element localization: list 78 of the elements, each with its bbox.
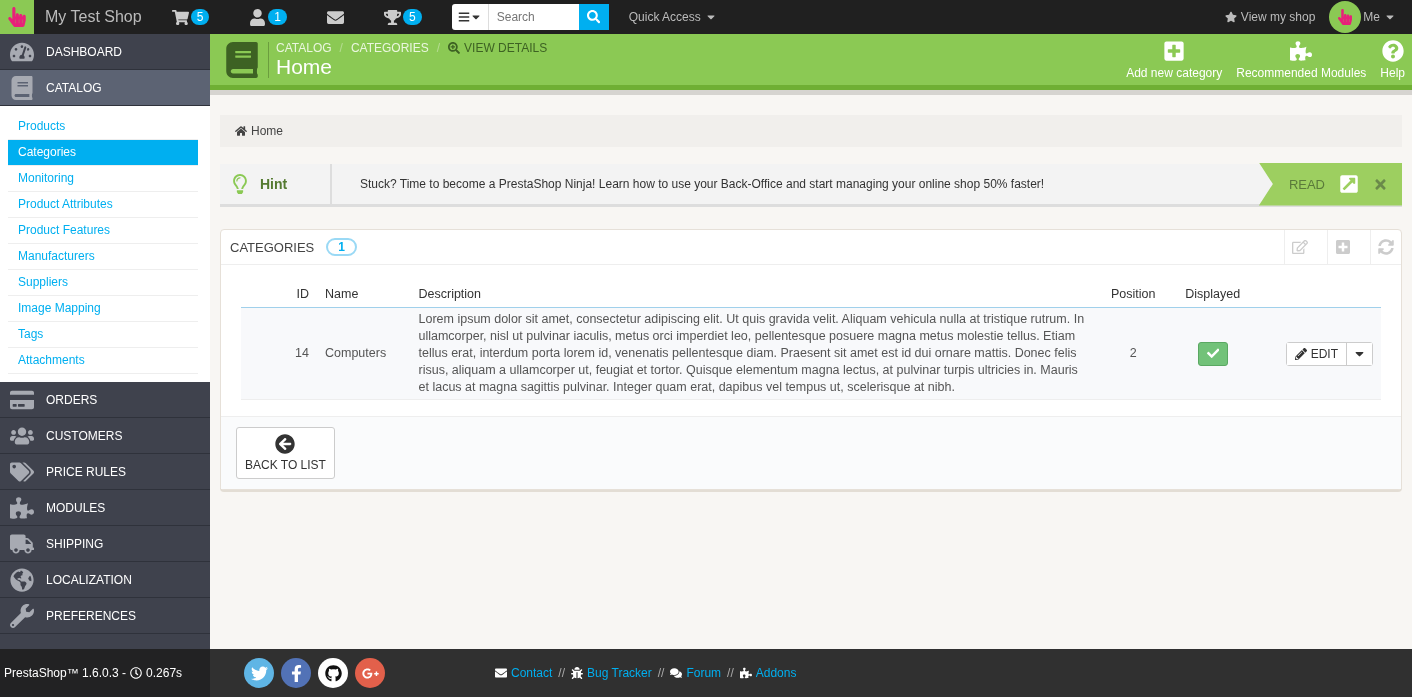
footer-link[interactable]: Bug Tracker [571, 666, 652, 680]
column-header: Name [317, 281, 411, 308]
cart-icon[interactable] [171, 8, 189, 26]
link-separator: // [727, 666, 734, 680]
facebook-icon[interactable] [281, 658, 311, 688]
quick-access-menu[interactable]: Quick Access [628, 10, 717, 24]
user-icon[interactable] [249, 8, 267, 26]
column-header: Displayed [1169, 281, 1256, 308]
column-header: ID [241, 281, 317, 308]
star-icon [1224, 11, 1237, 23]
column-header: Position [1096, 281, 1170, 308]
page-title: Home [276, 54, 334, 79]
twitter-icon[interactable] [244, 658, 274, 688]
breadcrumb-separator: / [339, 40, 343, 55]
envelope-icon [495, 667, 507, 679]
back-arrow-icon [275, 434, 296, 454]
table-cell: Computers [317, 307, 411, 400]
search-icon [587, 10, 601, 24]
github-icon[interactable] [318, 658, 348, 688]
truck-icon [8, 531, 36, 556]
puzzle-icon [1290, 39, 1313, 62]
book-icon [224, 41, 269, 78]
search-menu-button[interactable] [451, 4, 489, 30]
notification-badge: 1 [268, 9, 287, 25]
count-badge: 1 [326, 238, 357, 256]
pencil-icon [1294, 347, 1307, 360]
hand-icon [1337, 9, 1354, 25]
displayed-toggle[interactable] [1197, 341, 1228, 366]
tags-icon [8, 459, 36, 484]
sidebar-item[interactable]: CATALOG [0, 70, 210, 106]
link-separator: // [558, 666, 566, 680]
menu-icon [457, 11, 470, 23]
table-cell: 14 [241, 307, 317, 400]
external-link-icon [1339, 174, 1359, 194]
edit-icon [1292, 239, 1308, 255]
breadcrumb-separator: / [436, 40, 441, 55]
avatar[interactable] [1329, 1, 1362, 33]
user-menu[interactable]: Me [1363, 10, 1396, 24]
table-cell: 2 [1096, 307, 1170, 400]
back-button[interactable]: BACK TO LIST [236, 427, 335, 479]
plus-icon [1335, 239, 1351, 255]
wrench-icon [8, 603, 36, 628]
shop-name: My Test Shop [45, 8, 142, 26]
dropdown-button[interactable] [1346, 342, 1372, 365]
table-cell: Lorem ipsum dolor sit amet, consectetur adipiscing elit. Ut quis gravida velit. Aliquam vehicula nulla at tristique rutrum. In ullamcorper, nisl ut pulvinar iaculis, metus orci imperdiet leo, pellentesque posuere magna metus molestie tellus. Etiam tellus erat, interdum porta lorem id, venenatis pellentesque diam. Praesent sit amet est id dui ornare mattis. Donec felis risus, aliquam a ullamcorper ut, feugiat et tortor. Quisque elementum magna lectus, at pulvinar turpis ultricies in. Mauris et lacus at magna sagittis pulvinar. Integer quam erat, dapibus vel tempus ut, scelerisque at nibh. [410, 307, 1097, 400]
link-separator: // [657, 666, 665, 680]
comments-icon [670, 667, 683, 679]
view-shop-link[interactable]: View my shop [1224, 10, 1316, 24]
zoom-icon [448, 41, 461, 54]
column-header: Description [410, 281, 1097, 308]
trophy-icon[interactable] [384, 8, 401, 26]
footer-link[interactable]: Contact [495, 666, 553, 680]
globe-icon [8, 567, 36, 592]
version-text: PrestaShop™ 1.6.0.3 - [4, 666, 127, 680]
bug-icon [571, 667, 584, 679]
hand-icon [7, 7, 27, 27]
plus-icon [1163, 39, 1186, 62]
puzzle-icon [739, 667, 752, 679]
home-icon [235, 125, 247, 137]
panel-title: CATEGORIES [230, 239, 315, 255]
breadcrumb-link[interactable]: Home [251, 124, 283, 138]
notification-badge: 5 [403, 9, 422, 25]
hint-text: Stuck? Time to become a PrestaShop Ninja! Learn how to use your Back-Office and start managing your online shop 50% faster! [359, 177, 1046, 191]
help-icon [1381, 39, 1404, 62]
google-plus-icon[interactable] [355, 658, 385, 688]
hint-title: Hint [260, 176, 288, 192]
puzzle-icon [8, 495, 36, 520]
envelope-icon[interactable] [327, 8, 344, 26]
lightbulb-icon [230, 174, 250, 194]
footer-link[interactable]: Addons [739, 666, 797, 680]
load-time: 0.267s [146, 666, 183, 680]
refresh-icon [1378, 239, 1394, 255]
clock-icon [130, 667, 143, 679]
check-icon [1206, 347, 1219, 360]
footer-link[interactable]: Forum [670, 666, 722, 680]
breadcrumb-current: VIEW DETAILS [464, 40, 548, 55]
notification-badge: 5 [190, 9, 210, 25]
book-icon [8, 75, 36, 100]
